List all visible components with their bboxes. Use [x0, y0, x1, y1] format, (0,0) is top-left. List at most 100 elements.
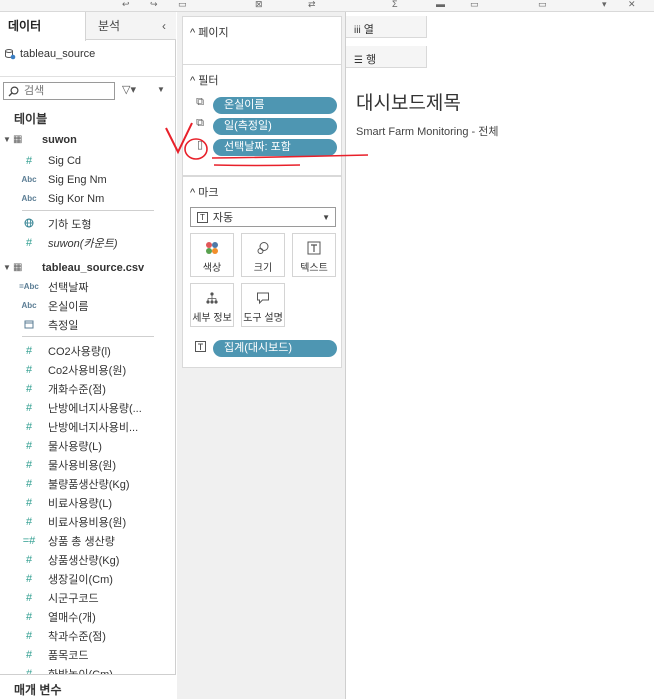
field-item[interactable]: # 비료사용량(L)	[0, 493, 176, 512]
marks-card[interactable]: ^ 마크 T 자동 ▼ 색상 크기 텍스트 세부 정보 도구 설명 집계(대시보…	[182, 176, 342, 368]
filter-dimension-icon: ⧉	[196, 96, 204, 108]
measure-hash-icon: #	[25, 477, 33, 490]
chevron-down-icon: ▼	[322, 212, 330, 222]
search-input[interactable]	[24, 85, 109, 97]
undo-icon[interactable]: ↩	[122, 0, 130, 9]
tab-data[interactable]: 데이터	[0, 12, 86, 41]
marks-text-pill[interactable]: 집계(대시보드)	[213, 340, 337, 357]
fit-icon[interactable]: ▭	[538, 0, 547, 9]
rows-drop-area[interactable]	[426, 46, 654, 68]
measure-hash-icon: #	[25, 382, 33, 395]
abc-icon: Abc	[21, 175, 37, 184]
text-button[interactable]: 텍스트	[292, 233, 336, 277]
fix-axes-icon[interactable]: ✕	[628, 0, 636, 9]
field-item[interactable]: # 품목코드	[0, 645, 176, 664]
size-icon	[242, 241, 284, 257]
sum-icon[interactable]: Σ	[392, 0, 398, 9]
field-item[interactable]: # 물사용비용(원)	[0, 455, 176, 474]
field-item[interactable]: =# 상품 총 생산량	[0, 531, 176, 550]
filter-funnel-icon[interactable]: ▽▾	[122, 83, 136, 96]
calendar-icon	[16, 319, 42, 331]
tab-analysis[interactable]: 분석	[98, 12, 120, 40]
field-item[interactable]: # 비료사용비용(원)	[0, 512, 176, 531]
filter-pill-selected-date[interactable]: 선택날짜: 포함	[213, 139, 337, 156]
field-item[interactable]: # 시군구코드	[0, 588, 176, 607]
field-item[interactable]: Abc Sig Eng Nm	[0, 170, 176, 189]
pin-icon[interactable]: ▾	[602, 0, 607, 9]
tooltip-button[interactable]: 도구 설명	[241, 283, 285, 327]
highlight-icon[interactable]: ▬	[436, 0, 445, 9]
columns-drop-area[interactable]	[426, 16, 654, 38]
field-item[interactable]: Abc 온실이름	[0, 296, 176, 315]
table-icon: ▦	[13, 134, 23, 145]
tooltip-icon	[242, 291, 284, 307]
pages-title: ^ 페이지	[190, 27, 229, 39]
shelves-pane: ^ 페이지 ^ 필터 ⧉ 온실이름 ⧉ 일(측정일) ▯ 선택날짜: 포함 ^ …	[177, 12, 345, 699]
group-icon[interactable]: ▭	[470, 0, 479, 9]
field-item[interactable]: Abc Sig Kor Nm	[0, 189, 176, 208]
calculated-abc-icon: =Abc	[19, 282, 39, 291]
view-title[interactable]: 대시보드제목	[356, 88, 461, 115]
mark-type-select[interactable]: T 자동 ▼	[190, 207, 336, 227]
data-source[interactable]: tableau_source	[4, 48, 95, 60]
filter-pill-day[interactable]: 일(측정일)	[213, 118, 337, 135]
measure-hash-icon: #	[25, 439, 33, 452]
measure-hash-icon: #	[25, 648, 33, 661]
field-item[interactable]: # 개화수준(점)	[0, 379, 176, 398]
field-item[interactable]: # Co2사용비용(원)	[0, 360, 176, 379]
chevron-up-icon[interactable]: ^	[190, 187, 195, 199]
field-item[interactable]: # 불량품생산량(Kg)	[0, 474, 176, 493]
field-item[interactable]: # 상품생산량(Kg)	[0, 550, 176, 569]
measure-hash-icon: #	[25, 363, 33, 376]
field-item[interactable]: # 착과수준(점)	[0, 626, 176, 645]
filter-dimension-icon: ⧉	[196, 117, 204, 129]
rows-shelf[interactable]: ☰ 행	[346, 46, 654, 68]
table-tableau-source[interactable]: ▼ ▦ tableau_source.csv	[0, 258, 176, 277]
swap-icon[interactable]: ⇄	[308, 0, 316, 9]
field-item[interactable]: =Abc 선택날짜	[0, 277, 176, 296]
field-item[interactable]: # suwon(카운트)	[0, 233, 176, 252]
measure-hash-icon: #	[25, 591, 33, 604]
data-source-name: tableau_source	[20, 48, 96, 60]
chevron-down-icon[interactable]: ▼	[3, 263, 13, 272]
filter-pill-greenhouse[interactable]: 온실이름	[213, 97, 337, 114]
pane-tabs: 데이터 분석 ‹	[0, 12, 176, 41]
chevron-up-icon[interactable]: ^	[190, 75, 195, 87]
chevron-up-icon[interactable]: ^	[190, 27, 195, 39]
globe-icon	[16, 218, 42, 230]
pages-card[interactable]: ^ 페이지	[182, 16, 342, 68]
divider	[22, 336, 154, 337]
collapse-pane-icon[interactable]: ‹	[162, 19, 166, 33]
text-mark-icon	[193, 341, 207, 355]
redo-icon[interactable]: ↪	[150, 0, 158, 9]
chevron-down-icon[interactable]: ▼	[3, 135, 13, 144]
new-sheet-icon[interactable]: ▭	[178, 0, 187, 9]
field-item[interactable]: # 난방에너지사용량(...	[0, 398, 176, 417]
worksheet-canvas: iii 열 ☰ 행 대시보드제목 Smart Farm Monitoring -…	[345, 12, 654, 699]
pane-menu-icon[interactable]: ▼	[157, 85, 165, 94]
field-search[interactable]	[3, 82, 115, 100]
table-suwon[interactable]: ▼ ▦ suwon	[0, 130, 176, 149]
detail-icon	[191, 291, 233, 307]
size-button[interactable]: 크기	[241, 233, 285, 277]
filters-card[interactable]: ^ 필터 ⧉ 온실이름 ⧉ 일(측정일) ▯ 선택날짜: 포함	[182, 64, 342, 176]
field-item[interactable]: # 물사용량(L)	[0, 436, 176, 455]
detail-button[interactable]: 세부 정보	[190, 283, 234, 327]
measure-hash-icon: #	[25, 401, 33, 414]
measure-hash-icon: #	[25, 572, 33, 585]
data-pane: 데이터 분석 ‹ tableau_source ▽▾ ▼ 테이블 ▼ ▦ suw…	[0, 12, 176, 699]
measure-hash-icon: #	[25, 553, 33, 566]
clear-sheet-icon[interactable]: ⊠	[255, 0, 263, 9]
field-item[interactable]: # 난방에너지사용비...	[0, 417, 176, 436]
field-item[interactable]: 측정일	[0, 315, 176, 334]
marks-title: ^ 마크	[190, 187, 219, 199]
field-item[interactable]: # Sig Cd	[0, 151, 176, 170]
divider	[0, 76, 176, 77]
parameters-section[interactable]: 매개 변수	[0, 674, 176, 699]
color-button[interactable]: 색상	[190, 233, 234, 277]
field-item[interactable]: # 열매수(개)	[0, 607, 176, 626]
field-item[interactable]: 기하 도형	[0, 214, 176, 233]
columns-shelf[interactable]: iii 열	[346, 16, 654, 38]
field-item[interactable]: # 생장길이(Cm)	[0, 569, 176, 588]
field-item[interactable]: # CO2사용량(l)	[0, 341, 176, 360]
